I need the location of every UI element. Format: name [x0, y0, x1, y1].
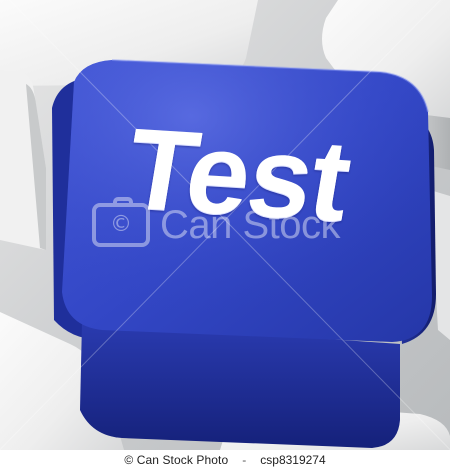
copyright-text: © Can Stock Photo	[124, 453, 229, 467]
image-id: csp8319274	[260, 453, 326, 467]
keyboard-photo-svg	[0, 0, 450, 450]
footer: © Can Stock Photo - csp8319274	[0, 450, 450, 470]
stock-photo: Test © Can Stock	[0, 0, 450, 450]
blue-key-front	[80, 322, 400, 448]
separator: -	[242, 453, 247, 467]
blue-key-shine	[62, 60, 432, 342]
